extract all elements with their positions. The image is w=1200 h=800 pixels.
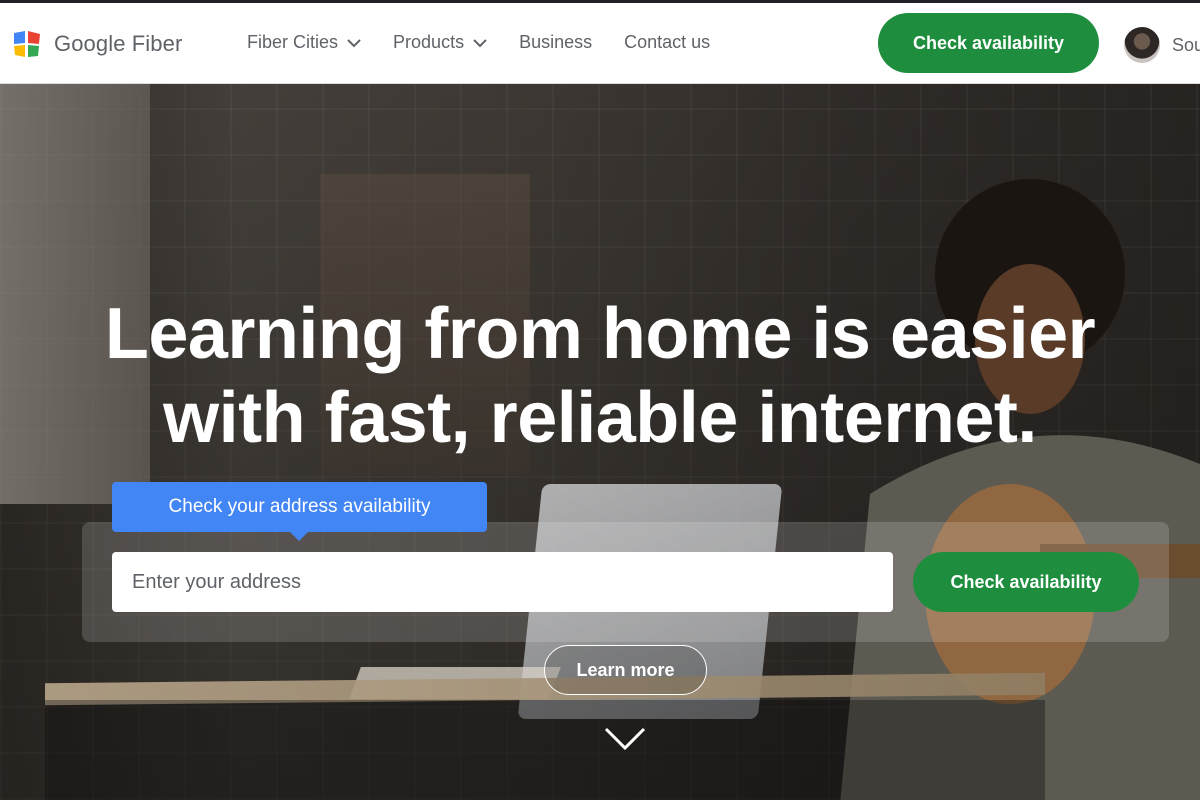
nav-item-business[interactable]: Business: [519, 32, 592, 53]
header-check-availability-button[interactable]: Check availability: [878, 13, 1099, 73]
brand-logo[interactable]: Google Fiber: [12, 29, 182, 59]
google-fiber-logo-icon: [14, 31, 40, 57]
account-menu[interactable]: Sou: [1124, 27, 1200, 63]
headline-line-2: with fast, reliable internet.: [163, 378, 1037, 458]
account-label: Sou: [1172, 34, 1200, 55]
hero-headline: Learning from home is easier with fast, …: [0, 292, 1200, 460]
avatar: [1124, 27, 1160, 63]
chevron-down-icon: [347, 38, 361, 47]
nav-item-products[interactable]: Products: [393, 32, 487, 53]
chevron-down-icon[interactable]: [603, 726, 647, 752]
hero-table-shadow: [45, 700, 1045, 800]
tooltip-pointer: [288, 530, 310, 541]
hero-section: Learning from home is easier with fast, …: [0, 84, 1200, 800]
nav-item-label: Products: [393, 32, 465, 52]
headline-line-1: Learning from home is easier: [104, 294, 1096, 374]
brand-name: Google Fiber: [54, 31, 183, 56]
chevron-down-icon: [473, 38, 487, 47]
main-nav: Fiber Cities Products Business Contact u…: [247, 32, 742, 53]
learn-more-button[interactable]: Learn more: [544, 645, 707, 695]
address-tooltip: Check your address availability: [112, 482, 487, 532]
nav-item-contact-us[interactable]: Contact us: [624, 32, 710, 53]
address-input[interactable]: [112, 552, 893, 612]
nav-item-label: Fiber Cities: [247, 32, 339, 52]
nav-item-label: Contact us: [624, 32, 711, 52]
hero-check-availability-button[interactable]: Check availability: [913, 552, 1139, 612]
nav-item-fiber-cities[interactable]: Fiber Cities: [247, 32, 361, 53]
site-header: Google Fiber Fiber Cities Products Busin…: [0, 0, 1200, 84]
nav-item-label: Business: [519, 32, 593, 52]
